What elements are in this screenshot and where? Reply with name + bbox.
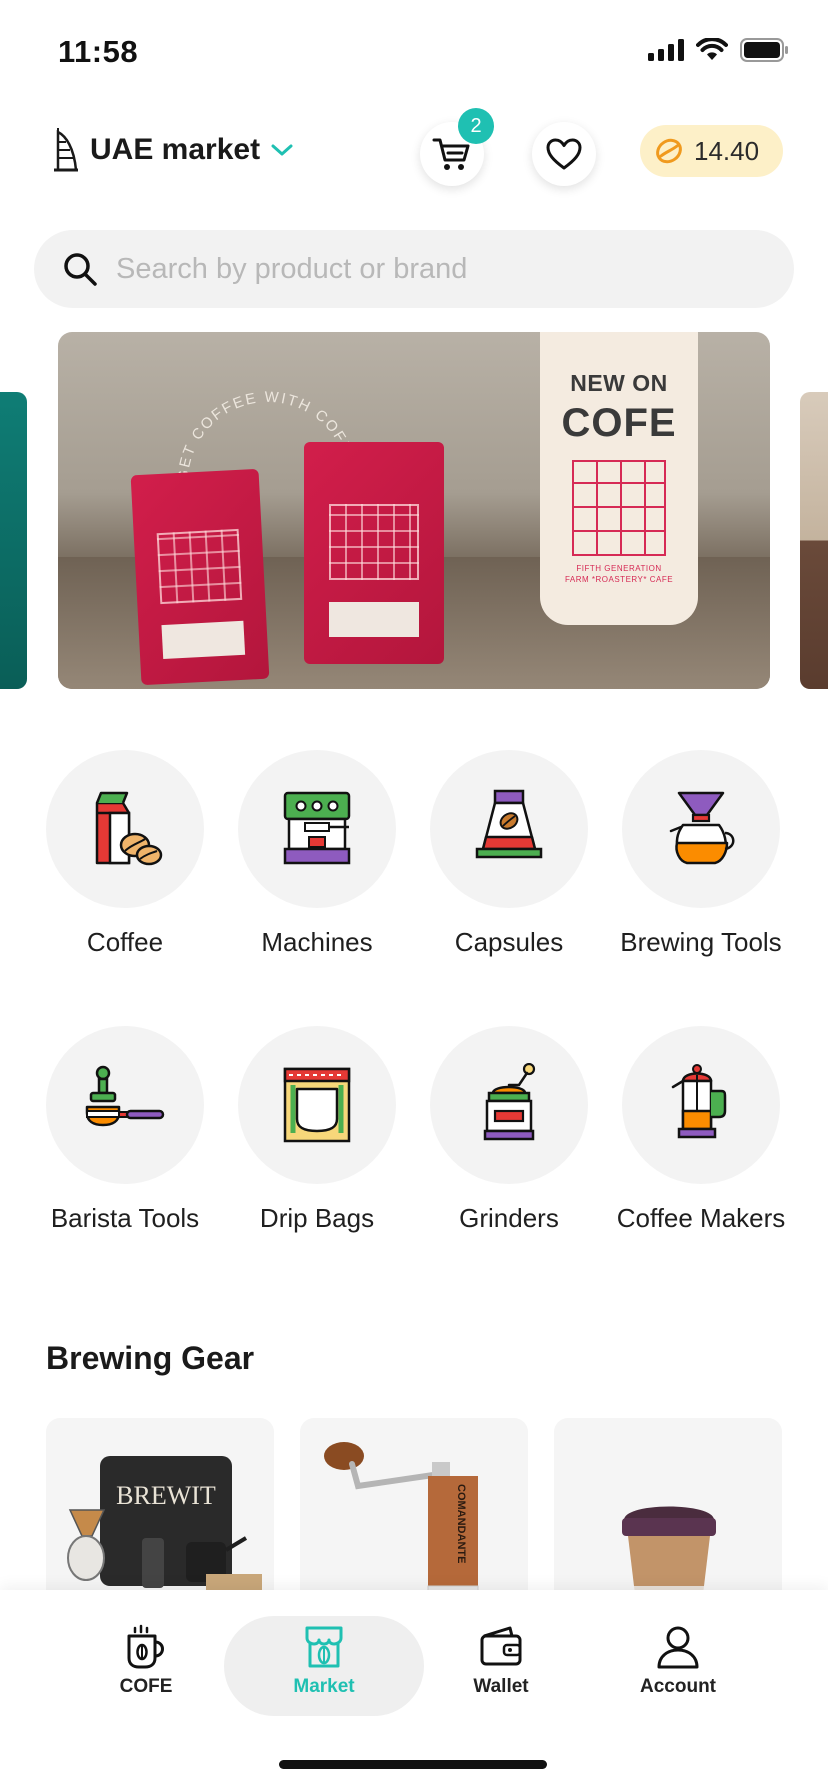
coffee-bean-icon <box>656 138 682 164</box>
coffee-coins-balance[interactable]: 14.40 <box>640 125 783 177</box>
market-selector[interactable]: UAE market <box>52 128 294 172</box>
status-time: 11:58 <box>58 34 139 69</box>
banner-headline: NEW ON <box>570 370 668 396</box>
category-brewing-tools[interactable]: Brewing Tools <box>620 750 782 996</box>
product-brand-text: BREWIT <box>116 1481 216 1510</box>
category-grinders[interactable]: Grinders <box>430 1026 588 1272</box>
status-bar: 11:58 <box>0 0 828 100</box>
category-machines[interactable]: Machines <box>238 750 396 996</box>
category-circle <box>430 1026 588 1184</box>
category-coffee-makers[interactable]: Coffee Makers <box>617 1026 785 1272</box>
cart-count-badge: 2 <box>458 108 494 144</box>
tab-wallet[interactable]: Wallet <box>413 1616 589 1716</box>
wallet-icon <box>480 1626 522 1666</box>
banner-tagline: FARM *ROASTERY* CAFE <box>564 575 674 584</box>
bag-label <box>161 620 246 659</box>
brand-pattern-art <box>572 460 666 556</box>
espresso-machine-icon <box>283 791 351 865</box>
favorites-button[interactable] <box>532 122 596 186</box>
product-image-hand-grinder: COMANDANTE <box>324 1442 479 1590</box>
category-grid: Coffee Machines Capsules Brewing Tools B… <box>46 750 786 1272</box>
tab-label: Wallet <box>473 1676 529 1697</box>
promo-banner[interactable]: GET COFFEE WITH COFE NEW ON COFE FIFTH G… <box>58 332 770 689</box>
banner-previous-slide[interactable] <box>0 392 27 689</box>
category-label: Coffee Makers <box>616 1203 786 1233</box>
tab-market[interactable]: Market <box>224 1616 424 1716</box>
grinder-icon <box>483 1063 536 1141</box>
category-label: Coffee <box>86 927 164 957</box>
section-title: Brewing Gear <box>46 1340 255 1376</box>
tab-cofe[interactable]: COFE <box>58 1616 234 1716</box>
category-label: Drip Bags <box>259 1203 375 1233</box>
battery-icon <box>740 38 788 62</box>
header: UAE market 2 14.40 <box>0 108 828 190</box>
category-circle <box>46 750 204 908</box>
category-circle <box>238 750 396 908</box>
chevron-down-icon <box>271 144 293 156</box>
tab-label: Account <box>640 1676 716 1697</box>
drip-bag-icon <box>283 1067 351 1143</box>
category-label: Machines <box>261 927 373 957</box>
tab-account[interactable]: Account <box>590 1616 766 1716</box>
status-icons <box>648 38 788 62</box>
heart-icon <box>546 138 582 170</box>
product-brand-text: COMANDANTE <box>455 1484 467 1563</box>
search-icon <box>64 253 97 286</box>
market-label: UAE market <box>90 133 261 166</box>
category-drip-bags[interactable]: Drip Bags <box>238 1026 396 1272</box>
category-circle <box>46 1026 204 1184</box>
coffee-bag-icon <box>95 791 163 866</box>
user-icon <box>657 1626 699 1669</box>
coffee-cup-icon <box>127 1624 164 1669</box>
capsule-icon <box>475 789 543 859</box>
category-label: Barista Tools <box>50 1203 200 1233</box>
portafilter-icon <box>85 1065 165 1127</box>
category-circle <box>238 1026 396 1184</box>
bottom-tab-bar: COFE Market Wallet Account <box>0 1590 828 1780</box>
french-press-icon <box>671 1064 727 1139</box>
category-label: Brewing Tools <box>620 927 782 957</box>
category-capsules[interactable]: Capsules <box>430 750 588 996</box>
bag-pattern <box>329 504 419 580</box>
burj-al-arab-icon <box>54 128 78 172</box>
product-image-brewing-kit: BREWIT <box>67 1456 262 1590</box>
pour-over-icon <box>669 791 735 865</box>
bag-pattern <box>156 528 243 605</box>
category-circle <box>622 1026 780 1184</box>
storefront-icon <box>305 1626 343 1668</box>
banner-brand-name: FIFTH GENERATION <box>576 564 662 573</box>
coffee-bag-right <box>304 442 444 664</box>
product-card[interactable]: COMANDANTE <box>300 1418 528 1590</box>
product-carousel: BREWIT COMANDANTE <box>46 1418 828 1590</box>
product-card[interactable] <box>554 1418 782 1590</box>
category-barista-tools[interactable]: Barista Tools <box>46 1026 204 1272</box>
bag-label <box>329 601 419 638</box>
wifi-icon <box>696 38 728 60</box>
product-image-keepcup <box>622 1506 716 1590</box>
cart-button[interactable]: 2 <box>420 108 494 186</box>
coffee-bag-left <box>130 468 270 686</box>
product-card[interactable]: BREWIT <box>46 1418 274 1590</box>
category-circle <box>430 750 588 908</box>
search-placeholder: Search by product or brand <box>116 252 468 285</box>
cellular-signal-icon <box>648 39 684 61</box>
category-circle <box>622 750 780 908</box>
category-label: Grinders <box>459 1203 559 1233</box>
balance-value: 14.40 <box>694 135 760 166</box>
search-input[interactable]: Search by product or brand <box>34 230 794 308</box>
banner-brand-card: NEW ON COFE FIFTH GENERATION FARM *ROAST… <box>540 332 698 625</box>
home-indicator[interactable] <box>279 1760 547 1769</box>
tab-label: COFE <box>119 1676 173 1697</box>
category-label: Capsules <box>454 927 564 957</box>
tab-label: Market <box>293 1676 355 1697</box>
banner-logo-text: COFE <box>561 401 677 445</box>
banner-next-slide[interactable] <box>800 392 828 689</box>
category-coffee[interactable]: Coffee <box>46 750 204 996</box>
